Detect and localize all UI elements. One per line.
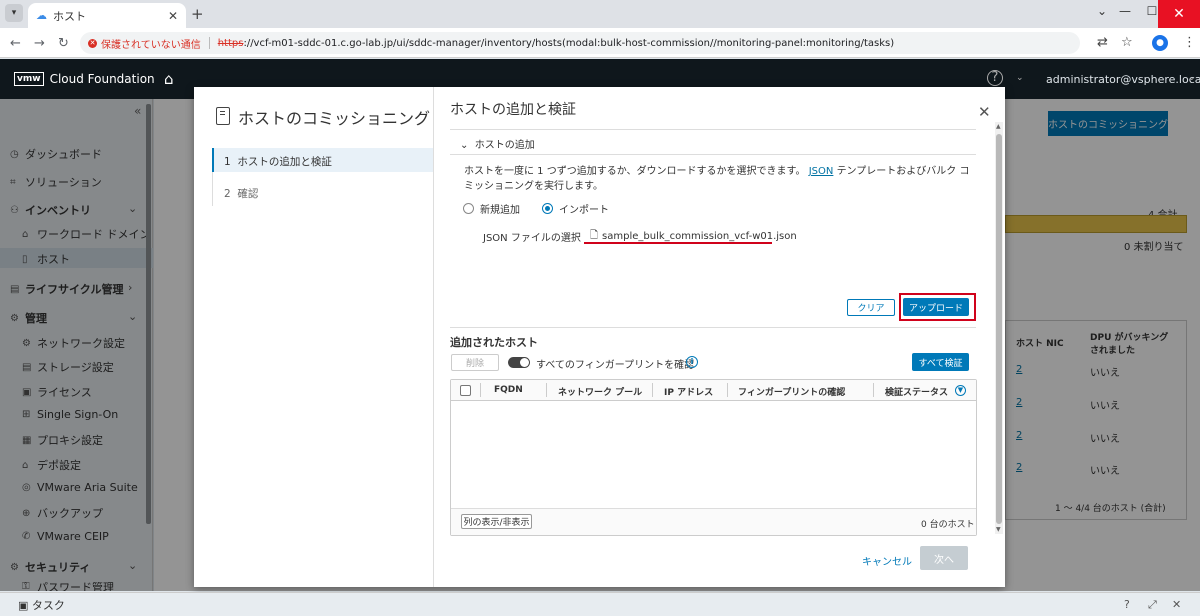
app-logo[interactable]: vmw Cloud Foundation	[14, 72, 155, 86]
col-ip-address[interactable]: IP アドレス	[664, 385, 713, 398]
delete-button[interactable]: 削除	[451, 354, 499, 371]
column-separator	[546, 383, 547, 397]
tab-title: ホスト	[53, 9, 86, 23]
tab-close-icon[interactable]: ✕	[168, 9, 178, 23]
scroll-down-icon[interactable]: ▼	[996, 526, 1001, 533]
radio-add-new[interactable]: 新規追加	[463, 201, 520, 216]
section-divider	[450, 327, 976, 328]
section-divider	[450, 129, 976, 130]
help-icon[interactable]: ?	[987, 70, 1003, 86]
home-icon[interactable]: ⌂	[164, 70, 174, 88]
warning-icon: ✕	[88, 38, 97, 48]
column-toggle-button[interactable]: 列の表示/非表示	[461, 514, 532, 529]
reload-icon[interactable]: ↻	[58, 36, 69, 51]
clear-button[interactable]: クリア	[847, 299, 895, 316]
vmw-logo: vmw	[14, 72, 44, 86]
profile-avatar-icon[interactable]: ●	[1152, 35, 1168, 51]
add-hosts-description: ホストを一度に 1 つずつ追加するか、ダウンロードするかを選択できます。 JSO…	[464, 166, 970, 192]
task-bar	[0, 592, 1200, 616]
wizard-step-1[interactable]: 1 ホストの追加と検証	[224, 154, 332, 169]
cancel-button[interactable]: キャンセル	[862, 553, 912, 568]
new-tab-icon[interactable]: +	[191, 5, 204, 23]
url-text: ://vcf-m01-sddc-01.c.go-lab.jp/ui/sddc-m…	[243, 37, 895, 49]
radio-selected-icon	[542, 203, 553, 214]
chevron-down-icon: ⌄	[460, 140, 469, 151]
forward-icon[interactable]: →	[34, 36, 45, 51]
column-separator	[727, 383, 728, 397]
upload-button[interactable]: アップロード	[903, 298, 969, 316]
scroll-up-icon[interactable]: ▲	[996, 123, 1001, 130]
step-connector	[212, 172, 213, 206]
url-field[interactable]: ✕ 保護されていない通信 https://vcf-m01-sddc-01.c.g…	[80, 32, 1080, 54]
json-template-link[interactable]: JSON	[809, 166, 834, 177]
back-icon[interactable]: ←	[10, 36, 21, 51]
col-network-pool[interactable]: ネットワーク プール	[558, 385, 642, 398]
add-hosts-section-header[interactable]: ⌄ ホストの追加	[460, 136, 535, 151]
server-icon	[216, 107, 230, 125]
vcf-favicon-icon: ☁	[36, 9, 47, 22]
window-close-icon[interactable]: ✕	[1158, 0, 1200, 28]
verify-all-button[interactable]: すべて検証	[912, 353, 969, 371]
fingerprint-toggle-label: すべてのフィンガープリントを確認	[536, 360, 695, 371]
user-chevron-icon[interactable]: ⌄	[1188, 73, 1196, 83]
column-separator	[480, 383, 481, 397]
task-close-icon[interactable]: ✕	[1172, 598, 1181, 611]
task-icon: ▣	[18, 599, 29, 612]
expand-icon[interactable]: ⤢	[1148, 598, 1157, 612]
select-all-checkbox[interactable]	[460, 385, 471, 396]
section-divider	[450, 154, 976, 155]
wizard-title: ホストのコミッショニング	[238, 109, 431, 128]
close-icon[interactable]: ✕	[978, 103, 991, 121]
browser-menu-icon[interactable]: ⋮	[1183, 35, 1196, 50]
host-count-label: 0 台のホスト	[921, 520, 975, 530]
wizard-page-title: ホストの追加と検証	[450, 102, 576, 118]
modal-scrollbar[interactable]	[996, 134, 1002, 524]
json-file-label: JSON ファイルの選択	[483, 233, 581, 244]
task-help-icon[interactable]: ?	[1124, 598, 1130, 611]
added-hosts-title: 追加されたホスト	[450, 336, 538, 349]
wizard-step-2[interactable]: 2 確認	[224, 186, 258, 201]
minimize-icon[interactable]: —	[1110, 4, 1140, 18]
annotation-underline	[584, 242, 772, 244]
filter-icon[interactable]: ▼	[955, 385, 966, 396]
next-button[interactable]: 次へ	[920, 546, 968, 570]
tasks-toggle[interactable]: ▣ タスク	[18, 597, 65, 613]
url-scheme: https	[217, 37, 244, 49]
translate-icon[interactable]: ⇄	[1097, 35, 1108, 50]
bookmark-star-icon[interactable]: ☆	[1121, 35, 1133, 50]
column-separator	[873, 383, 874, 397]
tab-list-dropdown-icon[interactable]: ▾	[5, 4, 23, 22]
col-fqdn[interactable]: FQDN	[494, 385, 523, 395]
col-validation-status[interactable]: 検証ステータス	[885, 385, 948, 398]
radio-import[interactable]: インポート	[542, 201, 609, 216]
security-indicator[interactable]: ✕ 保護されていない通信	[88, 36, 201, 51]
column-separator	[652, 383, 653, 397]
product-name: Cloud Foundation	[49, 72, 155, 86]
url-separator	[208, 37, 210, 49]
browser-tab[interactable]: ☁ ホスト ✕	[28, 3, 186, 28]
radio-circle-icon	[463, 203, 474, 214]
info-icon[interactable]: i	[686, 356, 698, 368]
col-fingerprint[interactable]: フィンガープリントの確認	[738, 385, 845, 398]
fingerprint-toggle[interactable]	[508, 357, 530, 368]
user-menu[interactable]: administrator@vsphere.local	[1046, 73, 1200, 86]
help-chevron-icon[interactable]: ⌄	[1016, 73, 1024, 83]
